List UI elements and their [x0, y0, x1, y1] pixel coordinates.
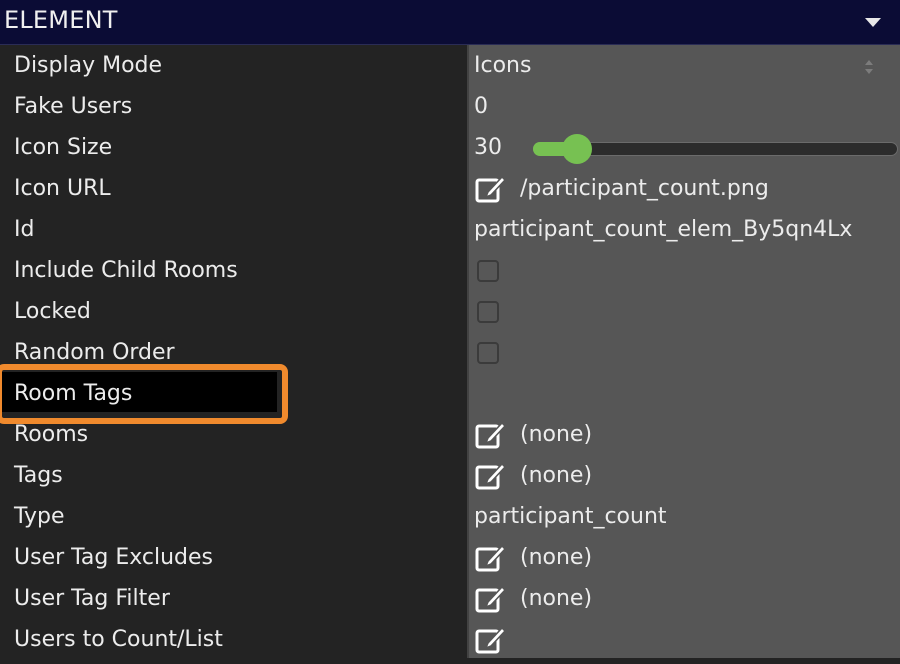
edit-icon[interactable] — [474, 420, 507, 450]
caret-down-icon[interactable] — [864, 16, 882, 28]
icon-url-field[interactable]: /participant_count.png — [474, 174, 769, 204]
edit-icon[interactable] — [474, 625, 507, 655]
label-rooms: Rooms — [14, 422, 89, 447]
users-to-count-list-field[interactable] — [474, 625, 520, 655]
rooms-field[interactable]: (none) — [474, 420, 592, 450]
rooms-value: (none) — [520, 422, 593, 447]
icon-size-value: 30 — [474, 135, 502, 160]
id-field[interactable]: participant_count_elem_By5qn4Lx — [474, 215, 852, 245]
random-order-checkbox[interactable] — [477, 342, 499, 364]
tags-field[interactable]: (none) — [474, 461, 592, 491]
label-tags: Tags — [14, 463, 63, 488]
edit-icon[interactable] — [474, 543, 507, 573]
include-child-rooms-checkbox[interactable] — [477, 260, 499, 282]
type-field[interactable]: participant_count — [474, 502, 667, 532]
display-mode-select[interactable]: Icons — [474, 51, 531, 81]
label-random-order: Random Order — [14, 340, 175, 365]
user-tag-excludes-value: (none) — [520, 545, 593, 570]
label-fake-users: Fake Users — [14, 94, 133, 119]
label-locked: Locked — [14, 299, 91, 324]
label-include-child-rooms: Include Child Rooms — [14, 258, 238, 283]
label-type: Type — [14, 504, 65, 529]
panel-title: ELEMENT — [4, 6, 118, 34]
fake-users-field[interactable]: 0 — [474, 92, 488, 122]
select-arrows-icon[interactable] — [863, 57, 875, 77]
locked-checkbox[interactable] — [477, 301, 499, 323]
label-users-to-count-list: Users to Count/List — [14, 627, 223, 652]
label-user-tag-filter: User Tag Filter — [14, 586, 170, 611]
icon-url-value: /participant_count.png — [520, 176, 769, 201]
element-panel-header[interactable]: ELEMENT — [0, 0, 900, 45]
label-icon-size: Icon Size — [14, 135, 113, 160]
user-tag-filter-value: (none) — [520, 586, 593, 611]
user-tag-filter-field[interactable]: (none) — [474, 584, 592, 614]
user-tag-excludes-field[interactable]: (none) — [474, 543, 592, 573]
icon-size-slider-thumb[interactable] — [562, 134, 592, 164]
label-id: Id — [14, 217, 35, 242]
label-display-mode: Display Mode — [14, 53, 163, 78]
edit-icon[interactable] — [474, 461, 507, 491]
edit-icon[interactable] — [474, 584, 507, 614]
label-icon-url: Icon URL — [14, 176, 111, 201]
tags-value: (none) — [520, 463, 593, 488]
label-user-tag-excludes: User Tag Excludes — [14, 545, 214, 570]
edit-icon[interactable] — [474, 174, 507, 204]
label-room-tags: Room Tags — [14, 381, 133, 406]
